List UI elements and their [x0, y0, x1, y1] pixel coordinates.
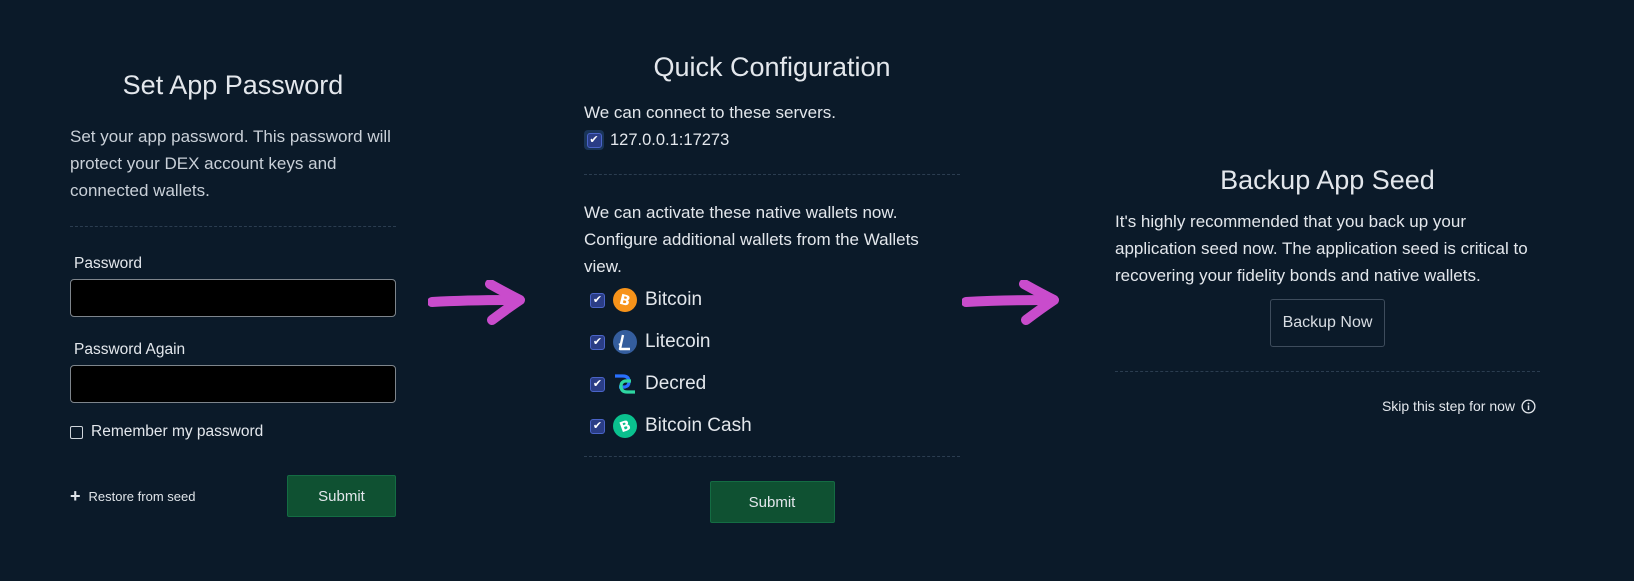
right-arrow-icon — [428, 280, 525, 325]
wallet-checkbox[interactable]: ✔ — [590, 418, 605, 434]
wallet-name: Bitcoin — [645, 289, 703, 310]
wallet-name: Litecoin — [645, 331, 711, 352]
password-again-label: Password Again — [74, 341, 186, 358]
set-password-description: Set your app password. This password wil… — [70, 127, 391, 200]
wallet-checkbox[interactable]: ✔ — [590, 376, 605, 392]
wallet-row-decred[interactable]: ✔ Decred — [590, 372, 960, 396]
quick-config-submit-button[interactable]: Submit — [709, 481, 835, 523]
restore-from-seed-link[interactable]: + Restore from seed — [70, 487, 195, 505]
backup-seed-title: Backup App Seed — [1220, 165, 1435, 195]
server-checkbox[interactable]: ✔ — [586, 132, 602, 148]
password-input[interactable] — [70, 279, 396, 317]
password-again-input[interactable] — [70, 365, 396, 403]
skip-step-link[interactable]: Skip this step for now — [1115, 398, 1540, 414]
password-label: Password — [74, 255, 143, 272]
wallet-list: ✔ B Bitcoin ✔ Litecoin ✔ Decred ✔ B Bitc… — [590, 288, 960, 438]
plus-icon: + — [70, 486, 81, 506]
set-password-panel: Set App Password Set your app password. … — [70, 66, 396, 517]
server-address: 127.0.0.1:17273 — [610, 130, 730, 149]
remember-password-label: Remember my password — [91, 423, 264, 440]
server-row[interactable]: ✔ 127.0.0.1:17273 — [584, 130, 960, 150]
wallet-row-bitcoin-cash[interactable]: ✔ B Bitcoin Cash — [590, 414, 960, 438]
quick-configuration-title: Quick Configuration — [653, 52, 891, 82]
password-submit-button[interactable]: Submit — [287, 475, 396, 517]
divider — [584, 456, 960, 457]
divider — [1115, 371, 1540, 372]
divider — [70, 226, 396, 227]
wallet-checkbox[interactable]: ✔ — [590, 292, 605, 308]
divider — [584, 174, 960, 175]
info-icon[interactable] — [1521, 398, 1536, 414]
servers-text: We can connect to these servers. — [584, 103, 836, 122]
wallet-row-litecoin[interactable]: ✔ Litecoin — [590, 330, 960, 354]
litecoin-icon — [613, 330, 637, 354]
backup-now-button[interactable]: Backup Now — [1270, 299, 1385, 347]
right-arrow-icon — [962, 280, 1059, 325]
set-password-title: Set App Password — [122, 70, 344, 100]
wallets-text: We can activate these native wallets now… — [584, 203, 919, 276]
backup-seed-panel: Backup App Seed It's highly recommended … — [1115, 165, 1540, 414]
remember-password-row[interactable]: Remember my password — [70, 423, 396, 441]
restore-from-seed-label: Restore from seed — [88, 488, 196, 504]
wallet-name: Bitcoin Cash — [645, 415, 752, 436]
remember-password-checkbox[interactable] — [70, 425, 83, 439]
bitcoin-cash-icon: B — [613, 414, 637, 438]
wallet-row-bitcoin[interactable]: ✔ B Bitcoin — [590, 288, 960, 312]
wallet-checkbox[interactable]: ✔ — [590, 334, 605, 350]
bitcoin-icon: B — [613, 288, 637, 312]
decred-icon — [615, 374, 635, 394]
backup-seed-description: It's highly recommended that you back up… — [1115, 212, 1528, 285]
wallet-name: Decred — [645, 373, 707, 394]
skip-step-label: Skip this step for now — [1381, 398, 1515, 414]
quick-configuration-panel: Quick Configuration We can connect to th… — [584, 52, 960, 523]
